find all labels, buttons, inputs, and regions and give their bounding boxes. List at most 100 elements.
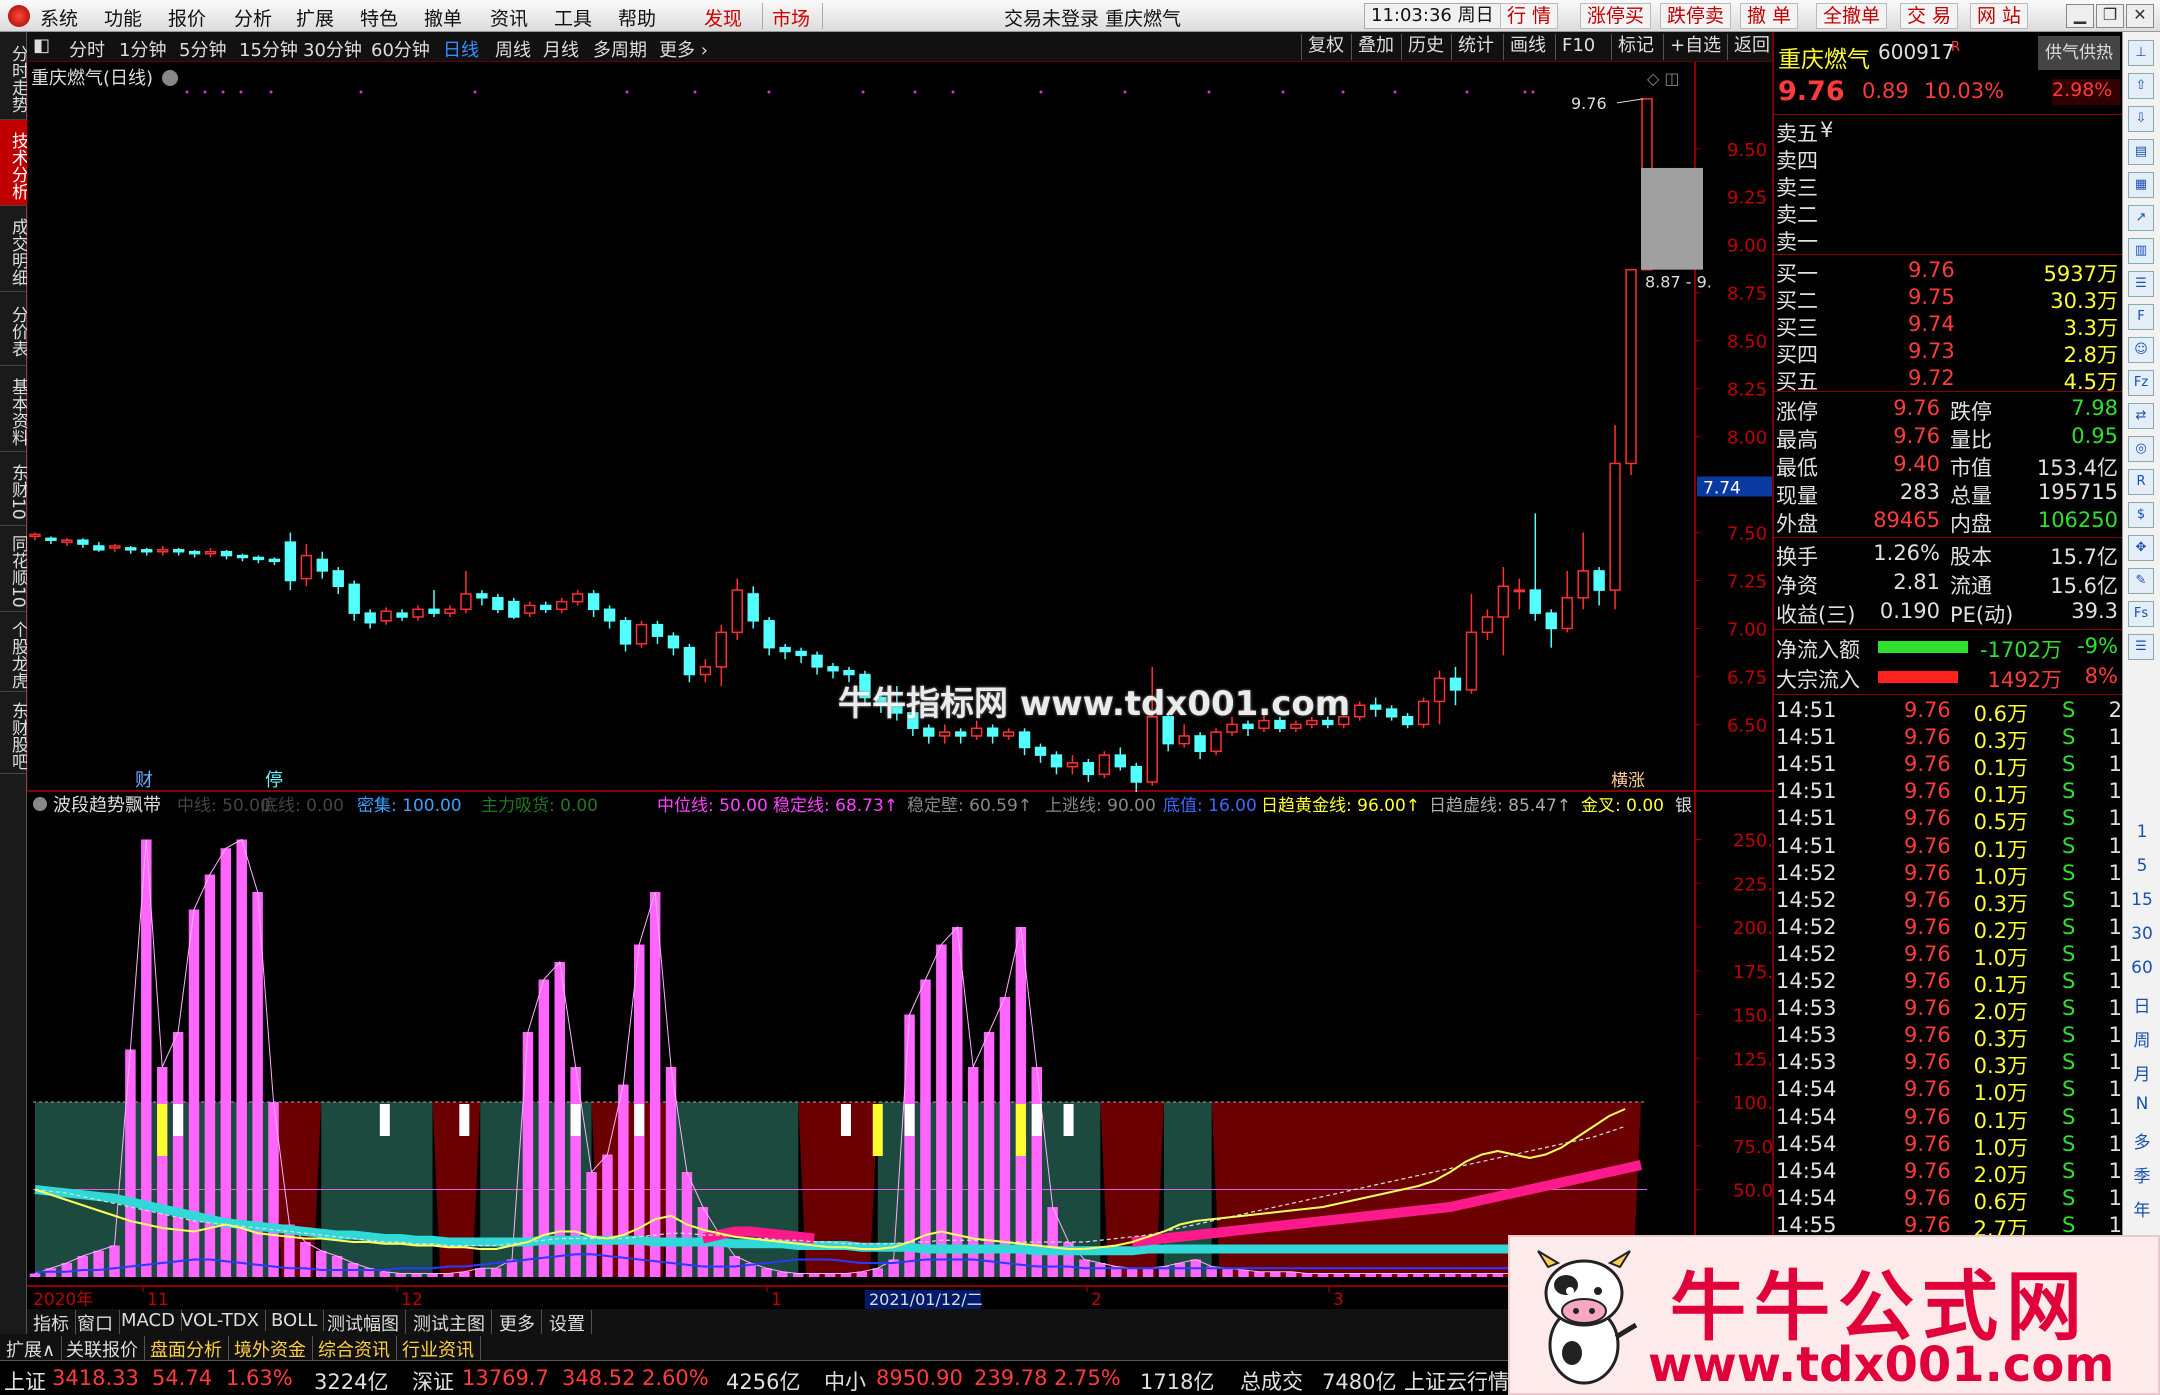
trade-button[interactable]: 跌停卖 [1660, 3, 1732, 29]
period-item[interactable]: 15分钟 [239, 36, 298, 62]
bid-row[interactable]: 买三 9.74 3.3万 [1774, 312, 2122, 340]
cloud-quote-link[interactable]: 上证云行情 [1404, 1366, 1509, 1395]
indicator-tab[interactable]: BOLL [265, 1310, 325, 1331]
chart-tool-button[interactable]: F10 [1555, 34, 1601, 60]
menu-item[interactable]: 资讯 [490, 4, 528, 31]
period-shortcut[interactable]: 季 [2123, 1162, 2160, 1187]
period-item[interactable]: 30分钟 [303, 36, 362, 62]
fz-icon[interactable]: Fz [2128, 370, 2154, 396]
trade-button[interactable]: 涨停买 [1580, 3, 1652, 29]
pin-icon[interactable]: ⊥ [2128, 40, 2154, 66]
period-shortcut[interactable]: 30 [2123, 924, 2160, 944]
chart-tool-button[interactable]: 返回 [1727, 34, 1776, 60]
up-arrow-icon[interactable]: ⇧ [2128, 73, 2154, 99]
chart-settings-icon[interactable] [162, 70, 178, 86]
money-icon[interactable]: $ [2128, 502, 2154, 528]
close-icon[interactable]: ✕ [2126, 4, 2154, 28]
menu-item[interactable]: 功能 [104, 4, 142, 31]
chart-tool-button[interactable]: 叠加 [1351, 34, 1400, 60]
left-tab[interactable]: 个股龙虎 [0, 612, 28, 692]
indicator-tab[interactable]: 指标 [27, 1310, 76, 1336]
period-item[interactable]: 60分钟 [371, 36, 430, 62]
period-shortcut[interactable]: 多 [2123, 1128, 2160, 1153]
period-item[interactable]: 多周期 [593, 36, 647, 62]
chart-tool-button[interactable]: 标记 [1611, 34, 1660, 60]
left-tab[interactable]: 基本资料 [0, 366, 28, 452]
flow-icon[interactable]: ☰ [2128, 634, 2154, 660]
bottom-tab[interactable]: 综合资讯 [312, 1336, 397, 1362]
chart-tool-button[interactable]: 统计 [1451, 34, 1500, 60]
left-tab[interactable]: 技术分析 [0, 120, 28, 206]
bottom-tab[interactable]: 境外资金 [228, 1336, 313, 1362]
trade-button[interactable]: 网 站 [1970, 3, 2029, 29]
menu-discover[interactable]: 发现 [704, 4, 742, 31]
indicator-name[interactable]: 波段趋势飘带 [53, 795, 161, 816]
period-shortcut[interactable]: 年 [2123, 1196, 2160, 1221]
minimize-icon[interactable]: ▁ [2066, 4, 2094, 28]
bottom-tab[interactable]: 行业资讯 [396, 1336, 481, 1362]
restore-icon[interactable]: ❐ [2096, 4, 2124, 28]
swap-icon[interactable]: ⇄ [2128, 403, 2154, 429]
move-icon[interactable]: ✥ [2128, 535, 2154, 561]
menu-item[interactable]: 系统 [40, 4, 78, 31]
period-shortcut[interactable]: 5 [2123, 856, 2160, 876]
candle-icon[interactable]: ▥ [2128, 238, 2154, 264]
period-item[interactable]: 1分钟 [119, 36, 166, 62]
left-tab[interactable]: 分价表 [0, 292, 28, 366]
indicator-settings-icon[interactable] [33, 797, 47, 811]
marker-ting[interactable]: 停 [265, 770, 283, 791]
period-item[interactable]: 月线 [543, 36, 579, 62]
menu-item[interactable]: 扩展 [296, 4, 334, 31]
table-icon[interactable]: ▦ [2128, 172, 2154, 198]
menu-item[interactable]: 工具 [554, 4, 592, 31]
period-shortcut[interactable]: 月 [2123, 1060, 2160, 1085]
bid-row[interactable]: 买一 9.76 5937万 [1774, 258, 2122, 286]
chart-icon[interactable]: ↗ [2128, 205, 2154, 231]
indicator-tab[interactable]: 测试主图 [407, 1310, 492, 1336]
period-item[interactable]: 5分钟 [179, 36, 226, 62]
trade-button[interactable]: 全撤单 [1816, 3, 1888, 29]
bid-row[interactable]: 买四 9.73 2.8万 [1774, 339, 2122, 367]
ask-row[interactable]: 卖三 [1774, 172, 2122, 200]
left-tab[interactable]: 分时走势 [0, 32, 28, 120]
period-shortcut[interactable]: N [2123, 1094, 2160, 1114]
down-arrow-icon[interactable]: ⇩ [2128, 106, 2154, 132]
period-shortcut[interactable]: 15 [2123, 890, 2160, 910]
chart-tool-button[interactable]: 历史 [1401, 34, 1450, 60]
indicator-tab[interactable]: 更多 [493, 1310, 542, 1336]
period-item[interactable]: 日线 [443, 36, 479, 62]
bottom-tab[interactable]: 扩展∧ [0, 1336, 63, 1362]
info-icon[interactable]: ◎ [2128, 436, 2154, 462]
bid-row[interactable]: 买五 9.72 4.5万 [1774, 366, 2122, 394]
pen-icon[interactable]: ✎ [2128, 568, 2154, 594]
fs-icon[interactable]: Fs [2128, 601, 2154, 627]
trade-button[interactable]: 行 情 [1500, 3, 1559, 29]
menu-item[interactable]: 报价 [168, 4, 206, 31]
menu-item[interactable]: 撤单 [424, 4, 462, 31]
menu-item[interactable]: 分析 [234, 4, 272, 31]
trade-button[interactable]: 撤 单 [1740, 3, 1799, 29]
period-shortcut[interactable]: 1 [2123, 822, 2160, 842]
bottom-tab[interactable]: 盘面分析 [144, 1336, 229, 1362]
chart-tool-button[interactable]: 复权 [1301, 34, 1350, 60]
report-icon[interactable]: ▤ [2128, 139, 2154, 165]
period-item[interactable]: 周线 [495, 36, 531, 62]
indicator-tab[interactable]: MACD [115, 1310, 182, 1331]
left-tab[interactable]: 东财股吧 [0, 692, 28, 774]
zx-index-label[interactable]: 中小 [824, 1366, 866, 1395]
period-shortcut[interactable]: 60 [2123, 958, 2160, 978]
indicator-chart[interactable]: 250.0 225.0 200.0 175.0 150.0 125.0 100.0 75.00… [27, 792, 1785, 1310]
list-icon[interactable]: ☰ [2128, 271, 2154, 297]
indicator-tab[interactable]: 测试幅图 [321, 1310, 406, 1336]
indicator-tab[interactable]: 设置 [543, 1310, 592, 1336]
menu-item[interactable]: 帮助 [618, 4, 656, 31]
ask-row[interactable]: 卖一 [1774, 226, 2122, 254]
indicator-tab[interactable]: VOL-TDX [175, 1310, 266, 1331]
left-tab[interactable]: 东财10 [0, 452, 28, 526]
period-item[interactable]: 更多 › [659, 36, 708, 62]
rsi-icon[interactable]: R [2128, 469, 2154, 495]
chart-tool-button[interactable]: +自选 [1663, 34, 1727, 60]
menu-market[interactable]: 市场 [772, 4, 810, 31]
marker-cai[interactable]: 财 [135, 770, 153, 791]
period-item[interactable]: 分时 [69, 36, 105, 62]
